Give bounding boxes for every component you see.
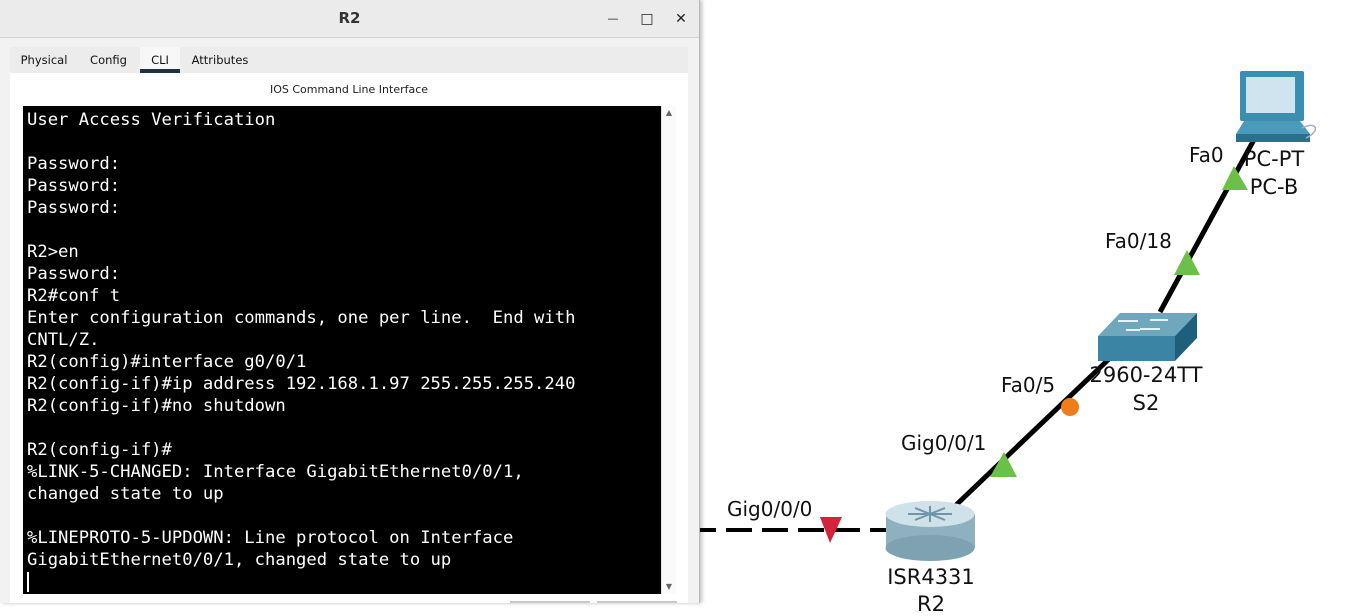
minimize-button[interactable]: — xyxy=(602,8,624,30)
cli-output: User Access Verification Password: Passw… xyxy=(27,110,576,570)
link-status-up-icon xyxy=(1174,250,1200,275)
switch-model-label: 2960-24TT xyxy=(1089,363,1203,387)
device-panel: Physical Config CLI Attributes IOS Comma… xyxy=(10,47,688,603)
router-icon[interactable] xyxy=(885,501,976,561)
text-cursor xyxy=(27,572,29,592)
tab-config[interactable]: Config xyxy=(78,47,139,73)
tab-physical[interactable]: Physical xyxy=(10,47,78,73)
cli-heading: IOS Command Line Interface xyxy=(269,83,429,96)
pc-model-label: PC-PT xyxy=(1243,147,1305,171)
close-button[interactable]: ✕ xyxy=(670,8,692,30)
port-label-fa0-18: Fa0/18 xyxy=(1105,229,1172,253)
tab-cli[interactable]: CLI xyxy=(140,47,180,73)
cli-scrollbar[interactable]: ▲ ▼ xyxy=(661,106,676,594)
window-title: R2 xyxy=(338,9,361,27)
tab-bar: Physical Config CLI Attributes xyxy=(10,47,688,73)
link-status-up-icon xyxy=(990,452,1017,477)
device-window: R2 — □ ✕ Physical Config CLI Attributes … xyxy=(0,0,700,603)
window-titlebar[interactable]: R2 — □ ✕ xyxy=(0,0,699,38)
pc-icon[interactable] xyxy=(1236,71,1316,142)
switch-name-label: S2 xyxy=(1132,391,1160,415)
switch-icon[interactable] xyxy=(1098,313,1197,361)
link-status-pending-icon xyxy=(1061,398,1079,416)
router-model-label: ISR4331 xyxy=(887,565,975,589)
maximize-button[interactable]: □ xyxy=(636,8,658,30)
port-label-fa0-5: Fa0/5 xyxy=(1001,373,1056,397)
cli-terminal[interactable]: User Access Verification Password: Passw… xyxy=(23,106,661,594)
pc-name-label: PC-B xyxy=(1249,175,1299,199)
tab-attributes[interactable]: Attributes xyxy=(182,47,258,73)
scroll-down-arrow-icon[interactable]: ▼ xyxy=(662,580,676,594)
port-label-gig0-0-0: Gig0/0/0 xyxy=(727,497,813,521)
router-name-label: R2 xyxy=(917,592,945,616)
port-label-gig0-0-1: Gig0/0/1 xyxy=(901,431,987,455)
scroll-up-arrow-icon[interactable]: ▲ xyxy=(662,106,676,120)
port-label-fa0: Fa0 xyxy=(1189,143,1224,167)
